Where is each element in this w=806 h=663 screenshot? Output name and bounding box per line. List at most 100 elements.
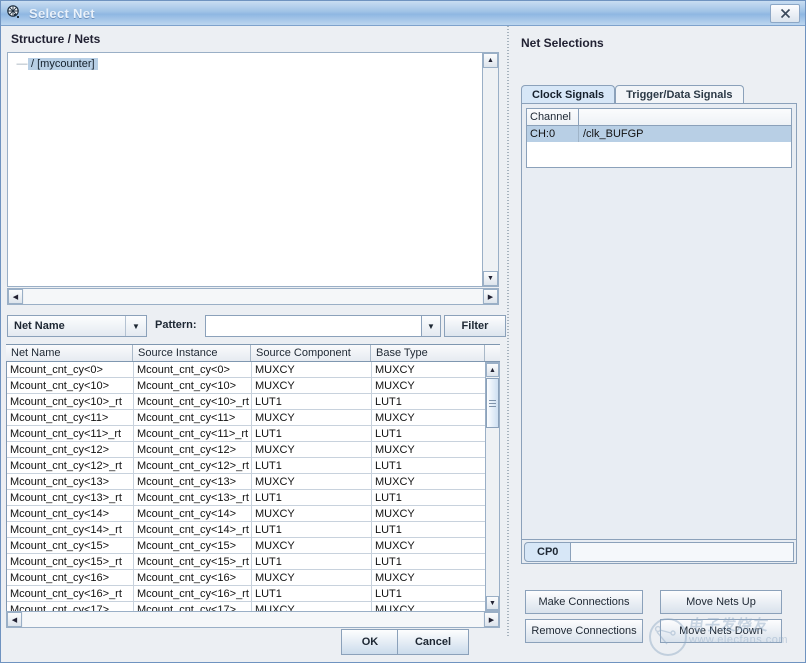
tree-collapse-icon[interactable]: — (16, 59, 28, 69)
table-row[interactable]: Mcount_cnt_cy<15>Mcount_cnt_cy<15>MUXCYM… (7, 538, 500, 554)
table-cell: Mcount_cnt_cy<13>_rt (134, 490, 252, 505)
structure-tree-body[interactable]: — / [mycounter] (8, 53, 483, 286)
table-cell: LUT1 (372, 554, 486, 569)
structure-tree[interactable]: — / [mycounter] ▲ ▼ (7, 52, 499, 287)
tab-clock-signals[interactable]: Clock Signals (521, 85, 615, 104)
table-cell: Mcount_cnt_cy<17> (134, 602, 252, 611)
column-header[interactable]: Base Type (371, 345, 485, 361)
tree-hscroll-track[interactable] (24, 289, 482, 304)
nets-vscroll-thumb[interactable] (486, 378, 499, 428)
table-cell: LUT1 (252, 490, 372, 505)
channel-row[interactable]: CH:0 /clk_BUFGP (527, 126, 791, 142)
table-row[interactable]: Mcount_cnt_cy<12>_rtMcount_cnt_cy<12>_rt… (7, 458, 500, 474)
column-header[interactable]: Source Instance (133, 345, 251, 361)
table-cell: Mcount_cnt_cy<16>_rt (134, 586, 252, 601)
column-header[interactable]: Source Component (251, 345, 371, 361)
table-cell: LUT1 (252, 586, 372, 601)
table-cell: LUT1 (252, 426, 372, 441)
table-cell: MUXCY (372, 506, 486, 521)
table-cell: LUT1 (372, 426, 486, 441)
table-cell: Mcount_cnt_cy<11> (134, 410, 252, 425)
pane-splitter[interactable] (504, 26, 512, 638)
table-cell: LUT1 (372, 394, 486, 409)
scroll-down-icon[interactable]: ▼ (483, 271, 498, 286)
scroll-right-icon[interactable]: ▶ (483, 289, 498, 304)
scroll-up-icon[interactable]: ▲ (483, 53, 498, 68)
window-title: Select Net (29, 6, 95, 21)
table-cell: Mcount_cnt_cy<0> (7, 362, 134, 377)
pattern-history-chevron-down-icon[interactable]: ▼ (421, 315, 441, 337)
table-cell: MUXCY (252, 474, 372, 489)
table-cell: Mcount_cnt_cy<14> (7, 506, 134, 521)
table-cell: Mcount_cnt_cy<13> (134, 474, 252, 489)
table-cell: MUXCY (252, 410, 372, 425)
table-row[interactable]: Mcount_cnt_cy<13>_rtMcount_cnt_cy<13>_rt… (7, 490, 500, 506)
make-connections-button[interactable]: Make Connections (525, 590, 643, 614)
scroll-up-icon[interactable]: ▲ (486, 363, 499, 377)
structure-nets-title: Structure / Nets (11, 32, 100, 46)
pattern-input-wrap[interactable] (205, 315, 437, 337)
table-row[interactable]: Mcount_cnt_cy<14>Mcount_cnt_cy<14>MUXCYM… (7, 506, 500, 522)
chevron-down-icon[interactable]: ▼ (125, 316, 146, 336)
table-row[interactable]: Mcount_cnt_cy<17>Mcount_cnt_cy<17>MUXCYM… (7, 602, 500, 611)
table-cell: LUT1 (252, 394, 372, 409)
table-row[interactable]: Mcount_cnt_cy<10>Mcount_cnt_cy<10>MUXCYM… (7, 378, 500, 394)
table-cell: MUXCY (372, 410, 486, 425)
table-row[interactable]: Mcount_cnt_cy<11>_rtMcount_cnt_cy<11>_rt… (7, 426, 500, 442)
column-header[interactable]: Net Name (6, 345, 133, 361)
scroll-down-icon[interactable]: ▼ (486, 596, 499, 610)
table-row[interactable]: Mcount_cnt_cy<0>Mcount_cnt_cy<0>MUXCYMUX… (7, 362, 500, 378)
table-row[interactable]: Mcount_cnt_cy<10>_rtMcount_cnt_cy<10>_rt… (7, 394, 500, 410)
close-button[interactable] (770, 4, 800, 23)
table-cell: Mcount_cnt_cy<15> (134, 538, 252, 553)
table-row[interactable]: Mcount_cnt_cy<16>Mcount_cnt_cy<16>MUXCYM… (7, 570, 500, 586)
tab-cp0[interactable]: CP0 (524, 542, 571, 562)
table-cell: MUXCY (252, 378, 372, 393)
nets-vertical-scrollbar[interactable]: ▲ ▼ (485, 362, 500, 611)
close-icon (780, 8, 791, 19)
pattern-input[interactable] (206, 316, 436, 336)
title-bar[interactable]: Select Net (1, 1, 805, 26)
channel-table[interactable]: Channel CH:0 /clk_BUFGP (526, 108, 792, 168)
table-row[interactable]: Mcount_cnt_cy<12>Mcount_cnt_cy<12>MUXCYM… (7, 442, 500, 458)
table-cell: Mcount_cnt_cy<11>_rt (7, 426, 134, 441)
net-filter-bar: Net Name ▼ Pattern: ▼ Filter (7, 315, 499, 339)
tree-horizontal-scrollbar[interactable]: ◀ ▶ (7, 288, 499, 305)
table-row[interactable]: Mcount_cnt_cy<11>Mcount_cnt_cy<11>MUXCYM… (7, 410, 500, 426)
table-cell: Mcount_cnt_cy<13> (7, 474, 134, 489)
table-cell: MUXCY (372, 378, 486, 393)
cancel-button[interactable]: Cancel (397, 629, 469, 655)
table-cell: Mcount_cnt_cy<10>_rt (7, 394, 134, 409)
net-selections-pane: Net Selections Clock Signals Trigger/Dat… (512, 26, 804, 638)
table-row[interactable]: Mcount_cnt_cy<13>Mcount_cnt_cy<13>MUXCYM… (7, 474, 500, 490)
table-cell: Mcount_cnt_cy<14> (134, 506, 252, 521)
net-selections-title: Net Selections (521, 36, 604, 50)
tree-vertical-scrollbar[interactable]: ▲ ▼ (482, 53, 498, 286)
tree-item-mycounter[interactable]: — / [mycounter] (16, 56, 483, 72)
channel-cell: CH:0 (527, 126, 579, 142)
structure-nets-pane: Structure / Nets — / [mycounter] ▲ ▼ ◀ ▶… (2, 26, 504, 638)
dialog-footer: OK Cancel (2, 621, 806, 661)
table-row[interactable]: Mcount_cnt_cy<16>_rtMcount_cnt_cy<16>_rt… (7, 586, 500, 602)
channel-table-header: Channel (527, 109, 791, 126)
table-cell: Mcount_cnt_cy<16>_rt (7, 586, 134, 601)
table-cell: Mcount_cnt_cy<15>_rt (134, 554, 252, 569)
table-cell: Mcount_cnt_cy<17> (7, 602, 134, 611)
pattern-label: Pattern: (155, 319, 197, 331)
filter-field-value: Net Name (8, 320, 125, 332)
move-nets-up-button[interactable]: Move Nets Up (660, 590, 782, 614)
tree-item-label: / [mycounter] (28, 58, 98, 70)
table-cell: LUT1 (372, 522, 486, 537)
channel-column-header: Channel (527, 109, 579, 125)
nets-table-body[interactable]: Mcount_cnt_cy<0>Mcount_cnt_cy<0>MUXCYMUX… (6, 362, 500, 611)
table-cell: MUXCY (252, 602, 372, 611)
tab-trigger-data-signals[interactable]: Trigger/Data Signals (615, 85, 743, 104)
filter-field-select[interactable]: Net Name ▼ (7, 315, 147, 337)
table-row[interactable]: Mcount_cnt_cy<14>_rtMcount_cnt_cy<14>_rt… (7, 522, 500, 538)
scroll-left-icon[interactable]: ◀ (8, 289, 23, 304)
table-cell: Mcount_cnt_cy<14>_rt (7, 522, 134, 537)
table-row[interactable]: Mcount_cnt_cy<15>_rtMcount_cnt_cy<15>_rt… (7, 554, 500, 570)
ok-button[interactable]: OK (341, 629, 399, 655)
filter-button[interactable]: Filter (444, 315, 506, 337)
select-net-dialog: Select Net Structure / Nets — / [mycount… (0, 0, 806, 663)
